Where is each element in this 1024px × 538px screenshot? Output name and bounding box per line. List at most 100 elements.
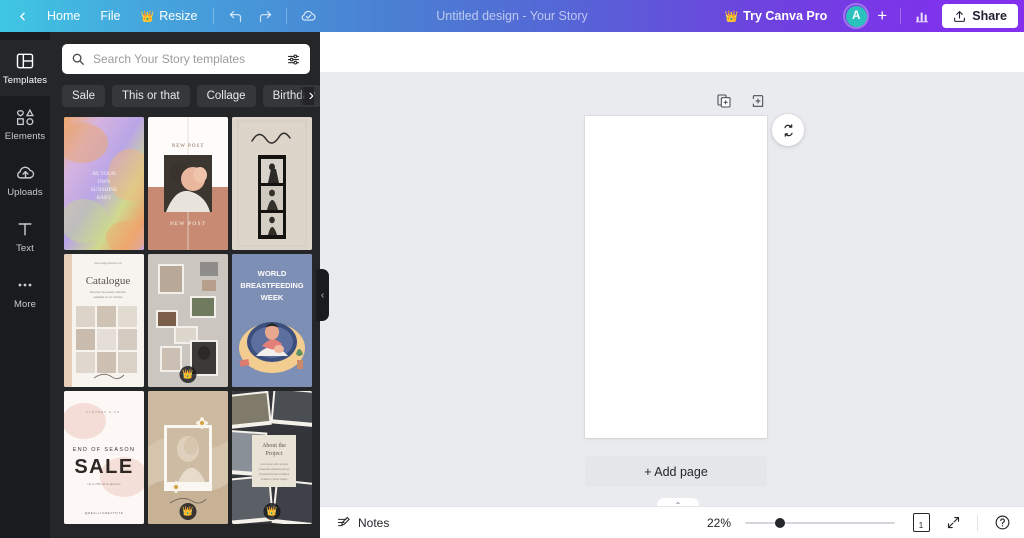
crown-icon: 👑 xyxy=(141,10,155,23)
sidebar-item-templates[interactable]: Templates xyxy=(0,40,50,96)
chip-this-or-that[interactable]: This or that xyxy=(112,85,190,107)
toolbar-divider-2 xyxy=(286,8,287,24)
home-button[interactable]: Home xyxy=(38,5,89,27)
toolbar-divider-3 xyxy=(900,8,901,24)
toolbar-divider xyxy=(213,8,214,24)
svg-text:do eiusmod tempor incididunt: do eiusmod tempor incididunt xyxy=(259,473,289,476)
thumb-art: BE YOUROWN SUNSHINEBABY xyxy=(64,117,144,250)
template-floral-portrait-story[interactable]: 👑 xyxy=(148,391,228,524)
zoom-percent: 22% xyxy=(707,516,731,530)
add-page-button-icon[interactable] xyxy=(750,93,766,109)
elements-icon xyxy=(15,106,36,128)
sidebar-item-more[interactable]: More xyxy=(0,264,50,320)
search-box[interactable] xyxy=(62,44,310,74)
svg-text:NEW POST: NEW POST xyxy=(170,221,206,227)
notes-icon xyxy=(336,515,351,530)
uploads-icon xyxy=(15,162,36,184)
svg-text:About the: About the xyxy=(262,443,286,449)
invite-members-button[interactable]: + xyxy=(871,5,893,27)
fullscreen-icon xyxy=(946,515,961,530)
template-end-of-season-sale[interactable]: CLOTHES & CO. END OF SEASON SALE Up to 7… xyxy=(64,391,144,524)
bar-chart-icon xyxy=(914,8,930,24)
zoom-slider[interactable] xyxy=(745,516,895,530)
search-input[interactable] xyxy=(93,52,278,66)
sidebar-item-text[interactable]: Text xyxy=(0,208,50,264)
animate-button[interactable] xyxy=(772,114,804,146)
share-button[interactable]: Share xyxy=(942,4,1018,28)
svg-text:available on our website: available on our website xyxy=(94,295,123,299)
sidebar-label-templates: Templates xyxy=(3,75,47,86)
chip-collage[interactable]: Collage xyxy=(197,85,256,107)
sidebar-label-elements: Elements xyxy=(5,131,45,142)
more-icon xyxy=(15,274,35,296)
pro-crown-badge: 👑 xyxy=(180,503,197,520)
svg-text:BABY: BABY xyxy=(97,195,112,201)
templates-panel: Sale This or that Collage Birthday › xyxy=(50,32,320,538)
canvas-area: + Add page ⌃ xyxy=(320,32,1024,538)
chevron-left-icon xyxy=(16,10,29,23)
cloud-check-icon xyxy=(300,8,317,25)
svg-text:@REALLYGREATSITE: @REALLYGREATSITE xyxy=(85,511,124,515)
zoom-slider-track xyxy=(745,522,895,524)
try-canva-pro-button[interactable]: 👑 Try Canva Pro xyxy=(716,5,835,27)
svg-text:www.reallygreatsite.com: www.reallygreatsite.com xyxy=(94,261,122,265)
chip-sale[interactable]: Sale xyxy=(62,85,105,107)
template-new-post-photo-story[interactable]: NEW POST NEW POST xyxy=(148,117,228,250)
filter-chips: Sale This or that Collage Birthday › xyxy=(50,74,320,117)
add-page-icon xyxy=(750,93,766,109)
sidebar-item-elements[interactable]: Elements xyxy=(0,96,50,152)
sidebar-label-uploads: Uploads xyxy=(7,187,43,198)
svg-text:OWN: OWN xyxy=(98,179,111,185)
thumb-art: www.reallygreatsite.com Catalogue Discov… xyxy=(64,254,144,387)
svg-text:Discover the newest collection: Discover the newest collection xyxy=(90,290,127,294)
sidebar-label-text: Text xyxy=(16,243,34,254)
add-page-button[interactable]: + Add page xyxy=(585,456,767,487)
help-button[interactable] xyxy=(990,511,1014,535)
crown-icon-pro: 👑 xyxy=(724,10,738,23)
file-menu-button[interactable]: File xyxy=(91,5,129,27)
templates-icon xyxy=(15,50,35,72)
resize-button[interactable]: 👑 Resize xyxy=(132,5,207,27)
fullscreen-button[interactable] xyxy=(941,511,965,535)
file-label: File xyxy=(100,9,120,23)
svg-text:WORLD: WORLD xyxy=(258,269,287,278)
cloud-saved-button[interactable] xyxy=(294,4,322,28)
left-rail: Templates Elements Uploads Text More xyxy=(0,32,50,538)
template-about-the-project[interactable]: About the Project Lorem ipsum dolor sit … xyxy=(232,391,312,524)
filter-sliders-icon[interactable] xyxy=(286,52,301,67)
top-toolbar-right: 👑 Try Canva Pro A + Share xyxy=(716,3,1024,29)
svg-text:BREASTFEEDING: BREASTFEEDING xyxy=(240,281,303,290)
notes-button[interactable]: Notes xyxy=(330,511,395,534)
design-page-canvas[interactable] xyxy=(585,116,767,438)
zoom-slider-knob[interactable] xyxy=(775,518,785,528)
sidebar-item-uploads[interactable]: Uploads xyxy=(0,152,50,208)
template-gradient-pastel-story[interactable]: BE YOUROWN SUNSHINEBABY xyxy=(64,117,144,250)
canvas-top-strip xyxy=(320,32,1024,72)
top-toolbar-left: Home File 👑 Resize xyxy=(0,4,322,28)
template-self-love-filmstrip[interactable] xyxy=(232,117,312,250)
duplicate-page-icon xyxy=(716,93,732,109)
template-breastfeeding-week[interactable]: WORLD BREASTFEEDING WEEK xyxy=(232,254,312,387)
duplicate-page-button[interactable] xyxy=(716,93,732,109)
notes-label: Notes xyxy=(358,516,389,530)
svg-text:CLOTHES & CO.: CLOTHES & CO. xyxy=(86,410,122,414)
insights-button[interactable] xyxy=(908,4,936,28)
svg-text:SUNSHINE: SUNSHINE xyxy=(91,187,118,193)
svg-text:END OF SEASON: END OF SEASON xyxy=(73,447,136,453)
redo-button[interactable] xyxy=(251,4,279,28)
template-moodboard-collage[interactable]: 👑 xyxy=(148,254,228,387)
back-button[interactable] xyxy=(8,4,36,28)
page-number-box: 1 xyxy=(913,513,930,532)
svg-text:Catalogue: Catalogue xyxy=(86,275,131,287)
avatar[interactable]: A xyxy=(843,3,869,29)
svg-text:Lorem ipsum dolor sit amet: Lorem ipsum dolor sit amet xyxy=(260,463,288,466)
help-icon xyxy=(994,514,1011,531)
resize-label: Resize xyxy=(159,9,197,23)
panel-collapse-handle[interactable]: ‹ xyxy=(316,269,329,321)
template-catalogue-grid-story[interactable]: www.reallygreatsite.com Catalogue Discov… xyxy=(64,254,144,387)
upload-icon xyxy=(953,10,966,23)
chips-next-arrow-icon[interactable]: › xyxy=(299,87,314,105)
undo-button[interactable] xyxy=(221,4,249,28)
page-manager-button[interactable]: 1 xyxy=(909,511,933,535)
search-row xyxy=(50,32,320,74)
